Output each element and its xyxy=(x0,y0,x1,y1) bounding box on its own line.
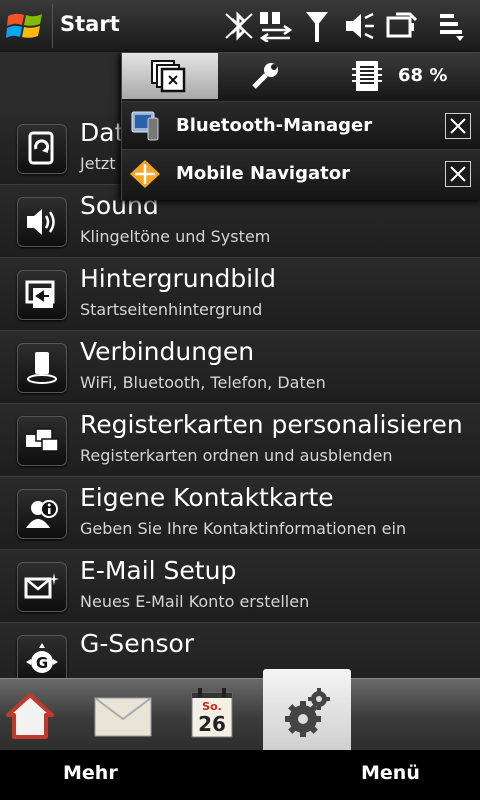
program-label: Bluetooth-Manager xyxy=(176,115,373,136)
list-item-subtitle: Neues E-Mail Konto erstellen xyxy=(80,592,310,611)
tab-calendar[interactable]: So. 26 xyxy=(176,679,264,751)
quick-menu-tabs: 68 % xyxy=(122,53,480,99)
status-divider xyxy=(52,4,53,48)
list-item-subtitle: Startseitenhintergrund xyxy=(80,300,263,319)
list-item-subtitle: Klingeltöne und System xyxy=(80,227,271,246)
battery-percent: 68 % xyxy=(398,65,448,86)
running-program-item[interactable]: Mobile Navigator xyxy=(122,149,480,200)
list-item-title: Hintergrundbild xyxy=(80,264,276,293)
list-item-title: G-Sensor xyxy=(80,629,195,658)
list-item-title: E-Mail Setup xyxy=(80,556,237,585)
list-item-title: Eigene Kontaktkarte xyxy=(80,483,334,512)
svg-text:G: G xyxy=(36,654,48,672)
tab-mail[interactable] xyxy=(88,679,176,751)
email-setup-icon xyxy=(17,562,67,612)
quick-menu-popup: 68 % Bluetooth-Manager Mobile Navigator xyxy=(121,52,480,200)
status-bar: Start xyxy=(0,0,480,53)
tab-home[interactable] xyxy=(0,679,88,751)
list-item-wallpaper[interactable]: Hintergrundbild Startseitenhintergrund xyxy=(0,258,480,331)
data-transfer-icon xyxy=(259,12,293,42)
signal-icon[interactable] xyxy=(304,10,330,42)
tab-settings-tool[interactable] xyxy=(218,53,315,99)
list-item-subtitle: Geben Sie Ihre Kontaktinformationen ein xyxy=(80,519,407,538)
running-program-item[interactable]: Bluetooth-Manager xyxy=(122,101,480,150)
tabs-icon xyxy=(17,416,67,466)
calendar-date: 26 xyxy=(198,712,226,736)
settings-gear-icon xyxy=(285,688,330,737)
contact-card-icon xyxy=(17,489,67,539)
navigator-icon xyxy=(130,160,160,188)
more-softkey[interactable]: Mehr xyxy=(63,762,118,784)
list-item-subtitle: Registerkarten ordnen und ausblenden xyxy=(80,446,393,465)
running-programs-icon xyxy=(151,60,186,93)
calendar-icon: So. 26 xyxy=(191,688,233,738)
g-sensor-icon: G xyxy=(17,635,67,678)
windows-logo-icon[interactable] xyxy=(6,8,46,44)
list-item-title: Dat xyxy=(80,118,125,147)
data-sync-icon xyxy=(17,124,67,174)
list-item-title: Verbindungen xyxy=(80,337,255,366)
volume-icon[interactable] xyxy=(344,10,376,42)
menu-softkey[interactable]: Menü xyxy=(361,762,420,784)
battery-icon xyxy=(352,61,382,91)
settings-tool-icon xyxy=(252,63,278,89)
list-item-g-sensor[interactable]: G G-Sensor xyxy=(0,623,480,678)
program-label: Mobile Navigator xyxy=(176,163,350,184)
status-title[interactable]: Start xyxy=(60,12,120,36)
menu-icon[interactable] xyxy=(438,10,466,42)
speaker-icon xyxy=(17,197,67,247)
bluetooth-off-icon[interactable] xyxy=(224,10,254,42)
battery-charging-icon[interactable] xyxy=(386,10,420,42)
list-item-tabs[interactable]: Registerkarten personalisieren Registerk… xyxy=(0,404,480,477)
list-item-subtitle: Jetzt xyxy=(80,154,116,173)
list-item-title: Registerkarten personalisieren xyxy=(80,410,463,439)
close-mobile-navigator-button[interactable] xyxy=(445,161,471,187)
connections-icon xyxy=(17,343,67,393)
tab-bar: So. 26 xyxy=(0,669,480,751)
list-item-connections[interactable]: Verbindungen WiFi, Bluetooth, Telefon, D… xyxy=(0,331,480,404)
close-bluetooth-manager-button[interactable] xyxy=(445,113,471,139)
tab-battery[interactable] xyxy=(314,53,480,99)
mail-icon xyxy=(94,697,152,737)
close-icon xyxy=(450,166,466,182)
list-item-contact-card[interactable]: Eigene Kontaktkarte Geben Sie Ihre Konta… xyxy=(0,477,480,550)
list-item-subtitle: WiFi, Bluetooth, Telefon, Daten xyxy=(80,373,326,392)
wallpaper-icon xyxy=(17,270,67,320)
bluetooth-manager-icon xyxy=(131,111,159,141)
home-icon xyxy=(6,693,54,739)
list-item-email-setup[interactable]: E-Mail Setup Neues E-Mail Konto erstelle… xyxy=(0,550,480,623)
tab-running-programs[interactable] xyxy=(122,53,219,99)
softkey-bar: Mehr Menü xyxy=(0,750,480,800)
close-icon xyxy=(450,118,466,134)
tab-settings[interactable] xyxy=(263,669,351,751)
